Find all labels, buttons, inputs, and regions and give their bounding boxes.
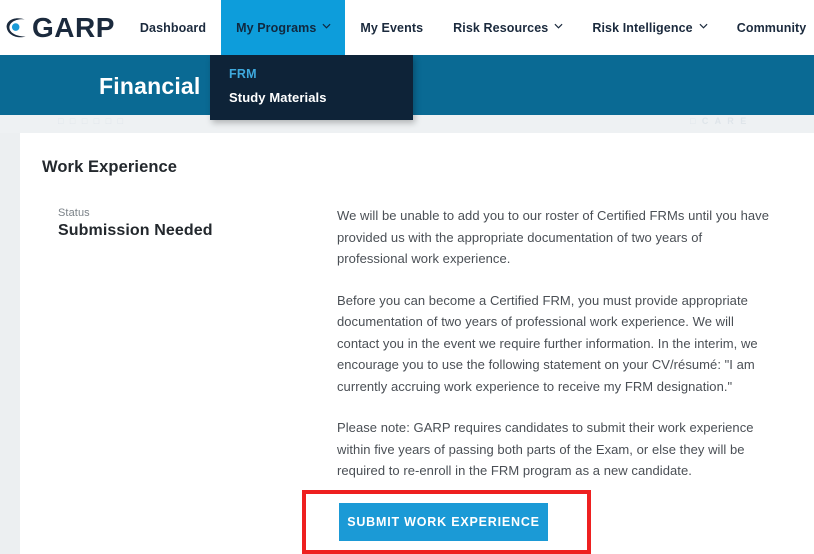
garp-logo[interactable]: GARP bbox=[0, 0, 125, 55]
ghost-text-left: □ □ □ □ □ □ bbox=[58, 116, 126, 126]
chevron-down-icon bbox=[699, 23, 708, 31]
chevron-down-icon bbox=[322, 23, 331, 31]
banner-title: Financial bbox=[99, 73, 201, 99]
chevron-down-icon bbox=[554, 23, 563, 31]
nav-item-risk-intelligence-label: Risk Intelligence bbox=[592, 20, 693, 35]
nav-item-dashboard-label: Dashboard bbox=[139, 20, 207, 35]
paragraph-2: Before you can become a Certified FRM, y… bbox=[337, 292, 758, 394]
top-navigation-bar: GARP Dashboard My Programs My Events Ris… bbox=[0, 0, 814, 55]
nav-item-dashboard[interactable]: Dashboard bbox=[125, 0, 221, 55]
submit-work-experience-button[interactable]: SUBMIT WORK EXPERIENCE bbox=[339, 503, 548, 541]
page-title: Work Experience bbox=[42, 158, 178, 176]
status-block: Status Submission Needed bbox=[58, 207, 318, 240]
work-experience-card: Work Experience Status Submission Needed… bbox=[20, 133, 814, 554]
nav-item-risk-intelligence[interactable]: Risk Intelligence bbox=[577, 0, 721, 55]
body-text-column: We will be unable to add you to our rost… bbox=[337, 205, 769, 482]
dropdown-item-study-materials[interactable]: Study Materials bbox=[229, 90, 413, 105]
nav-item-my-events-label: My Events bbox=[360, 20, 424, 35]
nav-item-my-programs-label: My Programs bbox=[236, 20, 317, 35]
status-label: Status bbox=[58, 207, 90, 219]
ghost-text-right: □ C A R E bbox=[690, 116, 749, 126]
nav-item-community-label: Community bbox=[736, 20, 807, 35]
my-programs-dropdown-menu: FRM Study Materials bbox=[210, 55, 413, 120]
dropdown-group-frm[interactable]: FRM bbox=[229, 67, 413, 81]
nav-item-my-events[interactable]: My Events bbox=[345, 0, 438, 55]
nav-items: Dashboard My Programs My Events Risk Res… bbox=[125, 0, 814, 55]
garp-logo-text: GARP bbox=[32, 11, 115, 43]
status-value: Submission Needed bbox=[58, 222, 213, 239]
garp-eye-icon bbox=[4, 14, 31, 41]
nav-item-my-programs[interactable]: My Programs bbox=[221, 0, 346, 55]
nav-item-risk-resources[interactable]: Risk Resources bbox=[438, 0, 577, 55]
paragraph-3: Please note: GARP requires candidates to… bbox=[337, 420, 754, 478]
nav-item-community[interactable]: Community bbox=[722, 0, 814, 55]
paragraph-1: We will be unable to add you to our rost… bbox=[337, 208, 770, 266]
nav-item-risk-resources-label: Risk Resources bbox=[453, 20, 549, 35]
